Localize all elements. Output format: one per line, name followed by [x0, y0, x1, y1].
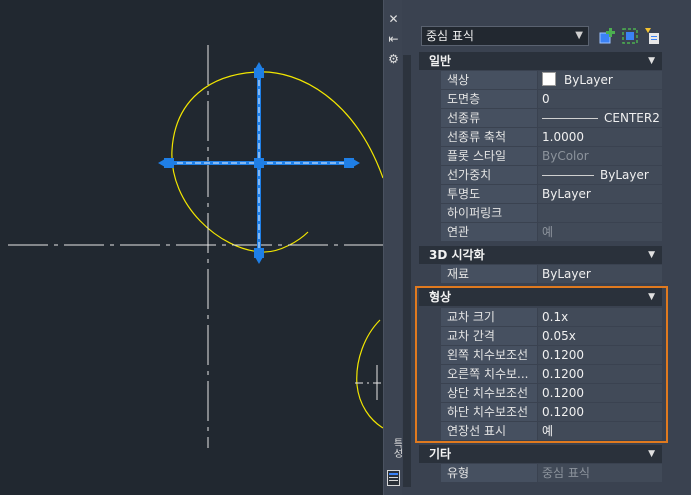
chevron-down-icon: ▼	[648, 250, 655, 260]
property-label: 재료	[441, 265, 537, 283]
property-row-material[interactable]: 재료 ByLayer	[441, 265, 662, 284]
property-value[interactable]: 0.1x	[538, 308, 662, 326]
quick-select-icon[interactable]	[642, 26, 662, 46]
property-value: 예	[538, 223, 662, 241]
palette-title-label: 특성	[391, 438, 402, 458]
linetype-value: CENTER2	[604, 111, 660, 125]
property-value[interactable]: ByLayer	[538, 166, 662, 184]
property-value: 중심 표식	[538, 464, 662, 482]
section-3d-title: 3D 시각화	[429, 248, 485, 262]
property-value[interactable]: ByLayer	[538, 265, 662, 283]
section-general[interactable]: 일반 ▼	[419, 52, 662, 70]
chevron-down-icon: ▼	[648, 292, 655, 302]
property-value[interactable]: 0	[538, 90, 662, 108]
property-row-left-extension[interactable]: 왼쪽 치수보조선 0.1200	[441, 346, 662, 365]
drawing-canvas[interactable]	[0, 0, 383, 495]
property-label: 상단 치수보조선	[441, 384, 537, 402]
property-label: 하이퍼링크	[441, 204, 537, 222]
property-row-right-extension[interactable]: 오른쪽 치수보... 0.1200	[441, 365, 662, 384]
toggle-pickadd-icon[interactable]	[598, 26, 618, 46]
grip-center[interactable]	[254, 158, 264, 168]
close-icon[interactable]: ✕	[384, 12, 403, 26]
property-label: 선종류	[441, 109, 537, 127]
object-type-value: 중심 표식	[426, 29, 474, 43]
property-label: 선가중치	[441, 166, 537, 184]
property-row-hyperlink[interactable]: 하이퍼링크	[441, 204, 662, 223]
chevron-down-icon: ▼	[648, 56, 655, 66]
property-row-linetype-scale[interactable]: 선종류 축척 1.0000	[441, 128, 662, 147]
property-row-linetype[interactable]: 선종류 CENTER2	[441, 109, 662, 128]
lineweight-preview-icon	[542, 175, 594, 176]
property-row-lineweight[interactable]: 선가중치 ByLayer	[441, 166, 662, 185]
property-row-plot-style[interactable]: 플롯 스타일 ByColor	[441, 147, 662, 166]
property-value[interactable]: 0.1200	[538, 365, 662, 383]
property-row-layer[interactable]: 도면층 0	[441, 90, 662, 109]
property-label: 선종류 축척	[441, 128, 537, 146]
settings-icon[interactable]: ⚙	[384, 52, 403, 66]
property-value[interactable]: 1.0000	[538, 128, 662, 146]
grip-arrow-right[interactable]	[353, 159, 360, 167]
section-geometry-title: 형상	[429, 290, 452, 304]
object-type-dropdown[interactable]: 중심 표식 ▼	[421, 26, 589, 46]
chevron-down-icon: ▼	[575, 30, 583, 41]
lineweight-value: ByLayer	[600, 168, 649, 182]
color-value: ByLayer	[564, 73, 613, 87]
property-label: 색상	[441, 71, 537, 89]
panel-scrollbar[interactable]	[403, 55, 411, 487]
section-geometry[interactable]: 형상 ▼	[419, 288, 662, 306]
property-row-type[interactable]: 유형 중심 표식	[441, 464, 662, 483]
grip-arrow-down[interactable]	[255, 257, 263, 264]
property-value[interactable]: CENTER2	[538, 109, 662, 127]
property-label: 교차 간격	[441, 327, 537, 345]
property-value[interactable]: ByLayer	[538, 71, 662, 89]
property-value[interactable]	[538, 204, 662, 222]
property-row-associative[interactable]: 연관 예	[441, 223, 662, 242]
property-row-show-extension[interactable]: 연장선 표시 예	[441, 422, 662, 441]
chevron-down-icon: ▼	[648, 449, 655, 459]
property-label: 왼쪽 치수보조선	[441, 346, 537, 364]
property-value[interactable]: 0.1200	[538, 346, 662, 364]
grip-bottom[interactable]	[254, 248, 264, 258]
property-label: 투명도	[441, 185, 537, 203]
section-misc-title: 기타	[429, 447, 452, 461]
linetype-preview-icon	[542, 118, 598, 119]
property-value[interactable]: ByLayer	[538, 185, 662, 203]
property-value[interactable]: 예	[538, 422, 662, 440]
property-value[interactable]: 0.1200	[538, 403, 662, 421]
property-value[interactable]: 0.1200	[538, 384, 662, 402]
property-row-cross-size[interactable]: 교차 크기 0.1x	[441, 308, 662, 327]
property-label: 오른쪽 치수보...	[441, 365, 537, 383]
properties-palette-icon[interactable]	[387, 470, 400, 486]
grip-arrow-left[interactable]	[158, 159, 165, 167]
property-row-cross-gap[interactable]: 교차 간격 0.05x	[441, 327, 662, 346]
grip-top[interactable]	[254, 68, 264, 78]
section-misc[interactable]: 기타 ▼	[419, 445, 662, 463]
arc-lower[interactable]	[356, 319, 383, 429]
property-label: 하단 치수보조선	[441, 403, 537, 421]
property-value: ByColor	[538, 147, 662, 165]
property-row-transparency[interactable]: 투명도 ByLayer	[441, 185, 662, 204]
grip-left[interactable]	[164, 158, 174, 168]
property-label: 연장선 표시	[441, 422, 537, 440]
property-label: 연관	[441, 223, 537, 241]
property-row-bottom-extension[interactable]: 하단 치수보조선 0.1200	[441, 403, 662, 422]
property-label: 교차 크기	[441, 308, 537, 326]
property-label: 플롯 스타일	[441, 147, 537, 165]
select-objects-icon[interactable]	[620, 26, 640, 46]
property-label: 도면층	[441, 90, 537, 108]
section-3d-visualization[interactable]: 3D 시각화 ▼	[419, 246, 662, 264]
grip-arrow-up[interactable]	[255, 62, 263, 69]
pin-icon[interactable]: ⇤	[384, 32, 403, 46]
palette-title-strip: ✕ ⇤ ⚙ 특성	[383, 0, 403, 495]
property-value[interactable]: 0.05x	[538, 327, 662, 345]
color-swatch-icon	[542, 72, 556, 86]
section-general-title: 일반	[429, 54, 452, 68]
property-label: 유형	[441, 464, 537, 482]
property-row-color[interactable]: 색상 ByLayer	[441, 71, 662, 90]
grip-right[interactable]	[344, 158, 354, 168]
property-row-top-extension[interactable]: 상단 치수보조선 0.1200	[441, 384, 662, 403]
